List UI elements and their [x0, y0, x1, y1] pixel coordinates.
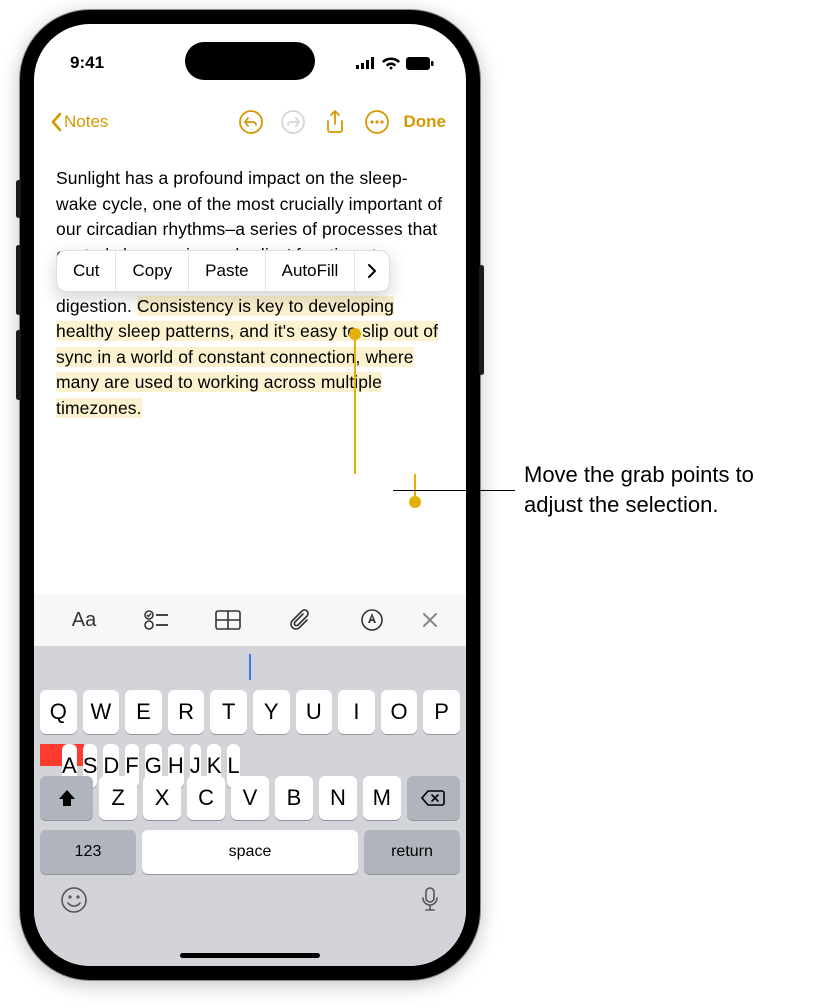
selection-end-handle-bar[interactable] [414, 474, 416, 498]
return-key[interactable]: return [364, 830, 460, 874]
selection-end-handle[interactable] [409, 496, 421, 508]
selection-start-handle[interactable] [349, 328, 361, 340]
volume-up [16, 245, 21, 315]
paperclip-icon [289, 608, 311, 632]
key-z[interactable]: Z [99, 776, 137, 820]
share-icon [324, 109, 346, 135]
callout-line [393, 490, 515, 491]
key-p[interactable]: P [423, 690, 460, 734]
key-c[interactable]: C [187, 776, 225, 820]
undo-button[interactable] [232, 103, 270, 141]
markup-button[interactable] [336, 609, 408, 631]
key-row-bottom: 123 space return [40, 830, 460, 874]
home-indicator[interactable] [180, 953, 320, 958]
format-bar-close[interactable] [408, 611, 452, 629]
dynamic-island [185, 42, 315, 80]
text-caret [249, 654, 251, 680]
mic-icon [420, 886, 440, 914]
edit-menu-more[interactable] [355, 251, 389, 291]
key-row-2: A S D F G H J K L [40, 744, 84, 766]
emoji-button[interactable] [60, 886, 88, 919]
key-v[interactable]: V [231, 776, 269, 820]
battery-icon [406, 57, 434, 70]
checklist-button[interactable] [120, 610, 192, 630]
markup-icon [361, 609, 383, 631]
autofill-button[interactable]: AutoFill [266, 251, 356, 291]
key-i[interactable]: I [338, 690, 375, 734]
checklist-icon [144, 610, 168, 630]
suggestion-bar[interactable] [40, 654, 460, 690]
screen: 9:41 Notes [34, 24, 466, 966]
keyboard: Q W E R T Y U I O P A S D F G H J K L [34, 646, 466, 966]
key-b[interactable]: B [275, 776, 313, 820]
copy-button[interactable]: Copy [116, 251, 189, 291]
emoji-icon [60, 886, 88, 914]
undo-icon [238, 109, 264, 135]
more-button[interactable] [358, 103, 396, 141]
attachment-button[interactable] [264, 608, 336, 632]
text-style-button[interactable]: Aa [48, 609, 120, 632]
redo-icon [280, 109, 306, 135]
paste-button[interactable]: Paste [189, 251, 265, 291]
key-row-1: Q W E R T Y U I O P [40, 690, 460, 734]
numeric-key[interactable]: 123 [40, 830, 136, 874]
key-w[interactable]: W [83, 690, 120, 734]
delete-key[interactable] [407, 776, 460, 820]
key-t[interactable]: T [210, 690, 247, 734]
key-x[interactable]: X [143, 776, 181, 820]
done-button[interactable]: Done [400, 112, 451, 132]
note-text: Sunlight has a profound impact on the sl… [56, 168, 442, 316]
shift-key[interactable] [40, 776, 93, 820]
notes-toolbar: Notes Done [34, 100, 466, 144]
key-m[interactable]: M [363, 776, 401, 820]
shift-icon [57, 789, 77, 807]
back-button[interactable]: Notes [50, 112, 108, 132]
key-y[interactable]: Y [253, 690, 290, 734]
key-o[interactable]: O [381, 690, 418, 734]
key-r[interactable]: R [168, 690, 205, 734]
callout-text: Move the grab points to adjust the selec… [524, 460, 814, 519]
note-body[interactable]: Sunlight has a profound impact on the sl… [34, 156, 466, 594]
back-label: Notes [64, 112, 108, 132]
close-icon [421, 611, 439, 629]
space-key[interactable]: space [142, 830, 358, 874]
chevron-left-icon [50, 112, 62, 132]
keyboard-footer [40, 882, 460, 919]
wifi-icon [382, 57, 400, 70]
key-e[interactable]: E [125, 690, 162, 734]
table-button[interactable] [192, 610, 264, 630]
edit-menu: Cut Copy Paste AutoFill [56, 250, 390, 292]
power-button [479, 265, 484, 375]
status-time: 9:41 [70, 53, 104, 73]
ellipsis-circle-icon [364, 109, 390, 135]
delete-icon [421, 789, 445, 807]
silence-switch [16, 180, 21, 218]
cut-button[interactable]: Cut [57, 251, 116, 291]
format-bar: Aa [34, 594, 466, 646]
table-icon [215, 610, 241, 630]
chevron-right-icon [367, 263, 377, 279]
key-n[interactable]: N [319, 776, 357, 820]
key-u[interactable]: U [296, 690, 333, 734]
volume-down [16, 330, 21, 400]
key-q[interactable]: Q [40, 690, 77, 734]
key-row-3: Z X C V B N M [40, 776, 460, 820]
dictation-button[interactable] [420, 886, 440, 919]
cellular-icon [356, 57, 376, 69]
iphone-frame: 9:41 Notes [20, 10, 480, 980]
redo-button[interactable] [274, 103, 312, 141]
selection-start-handle-bar[interactable] [354, 336, 356, 474]
share-button[interactable] [316, 103, 354, 141]
